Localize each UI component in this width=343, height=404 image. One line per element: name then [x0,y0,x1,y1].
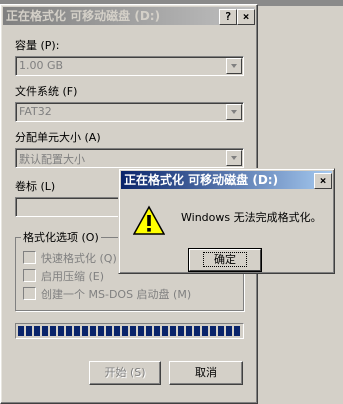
dialog-close-button[interactable]: × [314,173,332,189]
msdos-startup-checkbox[interactable]: 创建一个 MS-DOS 启动盘 (M) [23,286,191,302]
capacity-label: 容量 (P): [15,39,60,52]
volume-label: 卷标 (L) [15,180,56,193]
help-button[interactable]: ? [219,9,237,25]
format-options-label: 格式化选项 (O) [21,229,101,245]
warning-icon [133,205,165,235]
chevron-down-icon[interactable] [226,150,242,166]
error-dialog: 正在格式化 可移动磁盘 (D:) × Windows 无法完成格式化。 确定 [118,168,335,274]
cancel-button[interactable]: 取消 [169,361,243,385]
allocation-combo[interactable]: 默认配置大小 [15,148,244,168]
error-message: Windows 无法完成格式化。 [181,211,322,224]
chevron-down-icon[interactable] [226,58,242,74]
error-dialog-title: 正在格式化 可移动磁盘 (D:) [124,173,279,187]
chevron-down-icon[interactable] [226,104,242,120]
checkbox-box[interactable] [23,269,36,282]
quick-format-label: 快速格式化 (Q) [41,252,117,265]
format-window-title: 正在格式化 可移动磁盘 (D:) [6,9,161,23]
msdos-startup-label: 创建一个 MS-DOS 启动盘 (M) [41,288,192,301]
format-window-titlebar[interactable]: 正在格式化 可移动磁盘 (D:) [3,7,255,25]
checkbox-box[interactable] [23,251,36,264]
format-progress-bar [15,323,244,339]
start-button[interactable]: 开始 (S) [89,361,161,385]
enable-compression-checkbox[interactable]: 启用压缩 (E) [23,268,104,284]
capacity-combo[interactable]: 1.00 GB [15,56,244,76]
ok-button[interactable]: 确定 [188,248,262,272]
allocation-label: 分配单元大小 (A) [15,131,101,144]
capacity-value: 1.00 GB [19,59,64,72]
quick-format-checkbox[interactable]: 快速格式化 (Q) [23,250,117,266]
progress-fill [18,326,241,336]
allocation-value: 默认配置大小 [19,153,85,166]
ok-button-label: 确定 [203,252,247,267]
filesystem-value: FAT32 [19,105,52,118]
checkbox-box[interactable] [23,287,36,300]
filesystem-label: 文件系统 (F) [15,85,78,98]
enable-compression-label: 启用压缩 (E) [41,270,105,283]
filesystem-combo[interactable]: FAT32 [15,102,244,122]
error-dialog-titlebar[interactable]: 正在格式化 可移动磁盘 (D:) [121,171,332,189]
close-button[interactable]: × [237,9,255,25]
